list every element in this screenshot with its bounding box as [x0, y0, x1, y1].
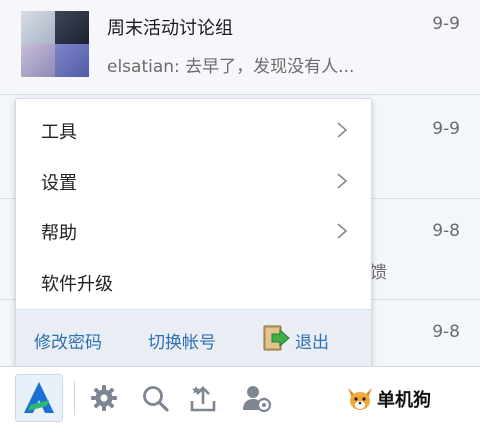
conversation-preview: elsatian: 去早了，发现没有人... [107, 57, 355, 77]
gear-icon[interactable] [89, 383, 119, 413]
brand-name: 单机狗 [377, 390, 431, 411]
upload-icon[interactable] [188, 383, 218, 413]
menu-item-help[interactable]: 帮助 [16, 206, 371, 256]
conversation-date: 9-8 [432, 221, 460, 241]
app-menu-button[interactable] [15, 374, 63, 422]
menu-item-label: 设置 [41, 173, 77, 194]
menu-item-settings[interactable]: 设置 [16, 156, 371, 206]
toolbar-divider [74, 381, 75, 415]
menu-item-label: 工具 [41, 122, 77, 143]
exit-link[interactable]: 退出 [295, 328, 329, 353]
menu-item-label: 软件升级 [41, 274, 113, 295]
conversation-date: 9-9 [432, 14, 460, 34]
chevron-right-icon [337, 122, 348, 138]
change-password-link[interactable]: 修改密码 [34, 328, 102, 353]
conversation-row[interactable]: 周末活动讨论组 elsatian: 去早了，发现没有人... 9-9 [0, 0, 480, 95]
group-avatar [21, 11, 89, 77]
chevron-right-icon [337, 173, 348, 189]
dog-mascot-icon [348, 388, 372, 410]
conversation-date: 9-9 [432, 119, 460, 139]
app-logo-icon [24, 382, 54, 413]
search-icon[interactable] [140, 383, 170, 413]
user-settings-icon[interactable] [241, 383, 271, 413]
switch-account-link[interactable]: 切换帐号 [148, 328, 216, 353]
menu-footer: 修改密码 切换帐号 退出 [16, 309, 371, 368]
conversation-name: 周末活动讨论组 [107, 18, 233, 39]
menu-item-label: 帮助 [41, 223, 77, 244]
menu-item-tools[interactable]: 工具 [16, 105, 371, 155]
brand-logo: 单机狗 [345, 384, 431, 414]
conversation-date: 9-8 [432, 322, 460, 342]
bottom-toolbar: 单机狗 [0, 366, 480, 436]
menu-item-upgrade[interactable]: 软件升级 [16, 257, 371, 307]
main-menu: 工具 设置 帮助 软件升级 修改密码 切换帐号 退出 [15, 98, 372, 368]
conversation-preview: 馈 [370, 263, 387, 283]
chevron-right-icon [337, 223, 348, 239]
exit-icon[interactable] [262, 325, 290, 351]
